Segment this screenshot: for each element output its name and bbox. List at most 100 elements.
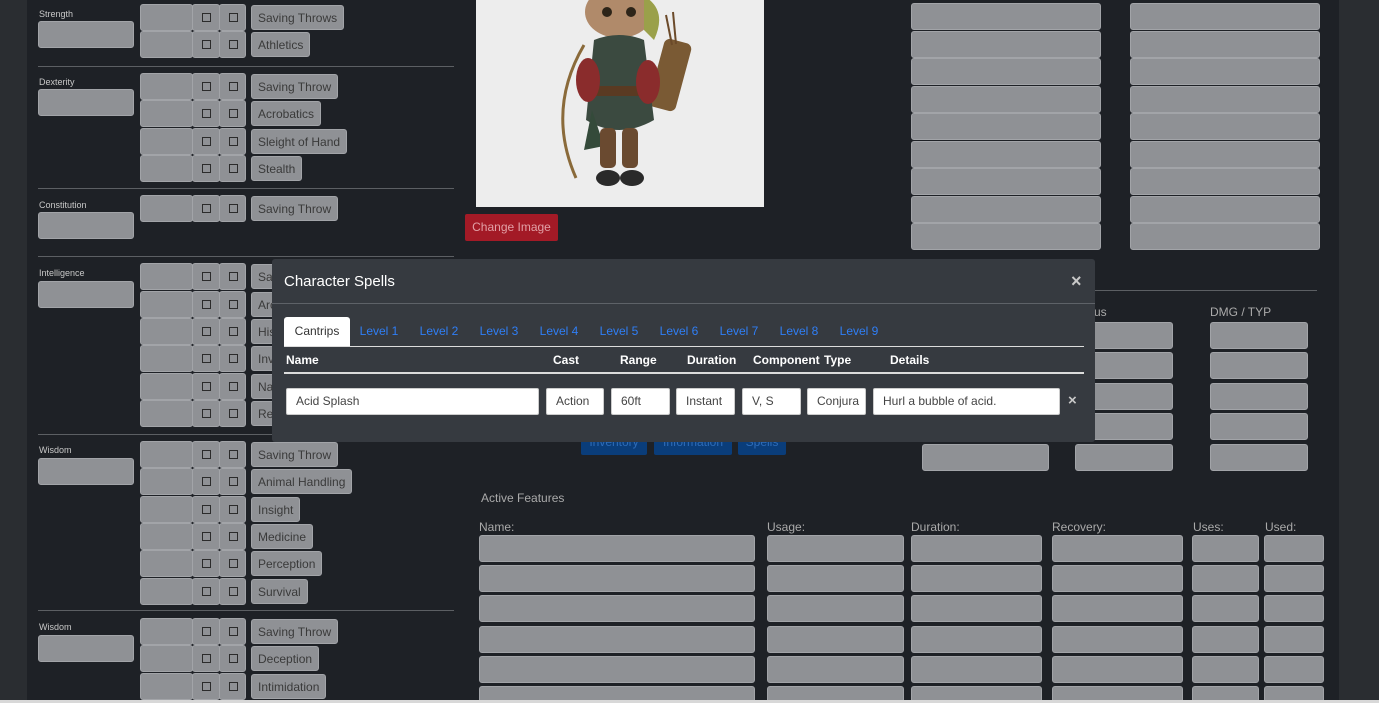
info-field[interactable] — [911, 195, 1101, 223]
feature-used-field[interactable] — [1264, 535, 1324, 562]
skill-modifier-field[interactable] — [140, 318, 193, 345]
feature-duration-field[interactable] — [911, 565, 1042, 593]
proficiency-checkbox[interactable] — [202, 654, 211, 663]
attack-bonus-field[interactable] — [1075, 444, 1173, 471]
spell-details-input[interactable]: Hurl a bubble of acid. — [873, 388, 1060, 415]
feature-recovery-field[interactable] — [1052, 595, 1183, 623]
feature-name-field[interactable] — [479, 625, 755, 653]
proficiency-checkbox[interactable] — [202, 164, 211, 173]
info-field[interactable] — [1130, 195, 1320, 223]
skill-modifier-field[interactable] — [140, 578, 193, 605]
tab-level-1[interactable]: Level 1 — [356, 317, 402, 347]
spell-duration-input[interactable]: Instant — [676, 388, 735, 415]
attack-damage-field[interactable] — [1210, 322, 1308, 349]
skill-modifier-field[interactable] — [140, 263, 193, 290]
feature-duration-field[interactable] — [911, 625, 1042, 653]
proficiency-checkbox[interactable] — [202, 559, 211, 568]
expertise-checkbox[interactable] — [229, 13, 238, 22]
proficiency-checkbox[interactable] — [202, 40, 211, 49]
expertise-checkbox[interactable] — [229, 409, 238, 418]
expertise-checkbox[interactable] — [229, 82, 238, 91]
feature-used-field[interactable] — [1264, 625, 1324, 653]
feature-recovery-field[interactable] — [1052, 655, 1183, 683]
expertise-checkbox[interactable] — [229, 587, 238, 596]
expertise-checkbox[interactable] — [229, 40, 238, 49]
delete-spell-icon[interactable]: × — [1068, 392, 1077, 409]
info-field[interactable] — [911, 113, 1101, 140]
proficiency-checkbox[interactable] — [202, 505, 211, 514]
expertise-checkbox[interactable] — [229, 505, 238, 514]
skill-modifier-field[interactable] — [140, 673, 193, 700]
feature-used-field[interactable] — [1264, 595, 1324, 623]
skill-modifier-field[interactable] — [140, 400, 193, 427]
proficiency-checkbox[interactable] — [202, 627, 211, 636]
close-icon[interactable]: × — [1071, 271, 1082, 292]
feature-used-field[interactable] — [1264, 655, 1324, 683]
expertise-checkbox[interactable] — [229, 682, 238, 691]
skill-modifier-field[interactable] — [140, 645, 193, 672]
expertise-checkbox[interactable] — [229, 627, 238, 636]
expertise-checkbox[interactable] — [229, 532, 238, 541]
attack-damage-field[interactable] — [1210, 444, 1308, 471]
feature-usage-field[interactable] — [767, 565, 904, 593]
feature-recovery-field[interactable] — [1052, 625, 1183, 653]
feature-uses-field[interactable] — [1192, 565, 1259, 593]
feature-name-field[interactable] — [479, 655, 755, 683]
proficiency-checkbox[interactable] — [202, 82, 211, 91]
skill-modifier-field[interactable] — [140, 468, 193, 495]
skill-modifier-field[interactable] — [140, 4, 193, 31]
feature-uses-field[interactable] — [1192, 625, 1259, 653]
proficiency-checkbox[interactable] — [202, 382, 211, 391]
charisma-score-input[interactable] — [38, 635, 134, 662]
info-field[interactable] — [911, 30, 1101, 58]
tab-level-9[interactable]: Level 9 — [836, 317, 882, 347]
feature-uses-field[interactable] — [1192, 655, 1259, 683]
proficiency-checkbox[interactable] — [202, 409, 211, 418]
tab-level-2[interactable]: Level 2 — [416, 317, 462, 347]
feature-duration-field[interactable] — [911, 595, 1042, 623]
attack-damage-field[interactable] — [1210, 413, 1308, 440]
skill-modifier-field[interactable] — [140, 195, 193, 222]
feature-duration-field[interactable] — [911, 655, 1042, 683]
intelligence-score-input[interactable] — [38, 281, 134, 308]
expertise-checkbox[interactable] — [229, 164, 238, 173]
info-field[interactable] — [1130, 168, 1320, 195]
expertise-checkbox[interactable] — [229, 300, 238, 309]
info-field[interactable] — [911, 168, 1101, 195]
proficiency-checkbox[interactable] — [202, 587, 211, 596]
info-field[interactable] — [911, 3, 1101, 30]
feature-uses-field[interactable] — [1192, 535, 1259, 562]
tab-cantrips[interactable]: Cantrips — [284, 317, 350, 347]
proficiency-checkbox[interactable] — [202, 13, 211, 22]
expertise-checkbox[interactable] — [229, 204, 238, 213]
proficiency-checkbox[interactable] — [202, 450, 211, 459]
feature-usage-field[interactable] — [767, 625, 904, 653]
feature-usage-field[interactable] — [767, 595, 904, 623]
change-image-button[interactable]: Change Image — [465, 214, 558, 241]
strength-score-input[interactable] — [38, 21, 134, 48]
expertise-checkbox[interactable] — [229, 327, 238, 336]
info-field[interactable] — [1130, 140, 1320, 168]
expertise-checkbox[interactable] — [229, 654, 238, 663]
info-field[interactable] — [911, 85, 1101, 113]
skill-modifier-field[interactable] — [140, 618, 193, 645]
skill-modifier-field[interactable] — [140, 155, 193, 182]
info-field[interactable] — [1130, 3, 1320, 30]
info-field[interactable] — [911, 223, 1101, 250]
wisdom-score-input[interactable] — [38, 458, 134, 485]
expertise-checkbox[interactable] — [229, 450, 238, 459]
skill-modifier-field[interactable] — [140, 496, 193, 523]
tab-level-8[interactable]: Level 8 — [776, 317, 822, 347]
spell-cast-input[interactable]: Action — [546, 388, 604, 415]
proficiency-checkbox[interactable] — [202, 300, 211, 309]
expertise-checkbox[interactable] — [229, 354, 238, 363]
skill-modifier-field[interactable] — [140, 441, 193, 468]
info-field[interactable] — [1130, 223, 1320, 250]
feature-used-field[interactable] — [1264, 565, 1324, 593]
proficiency-checkbox[interactable] — [202, 354, 211, 363]
proficiency-checkbox[interactable] — [202, 532, 211, 541]
info-field[interactable] — [1130, 85, 1320, 113]
proficiency-checkbox[interactable] — [202, 137, 211, 146]
feature-name-field[interactable] — [479, 565, 755, 593]
skill-modifier-field[interactable] — [140, 100, 193, 127]
